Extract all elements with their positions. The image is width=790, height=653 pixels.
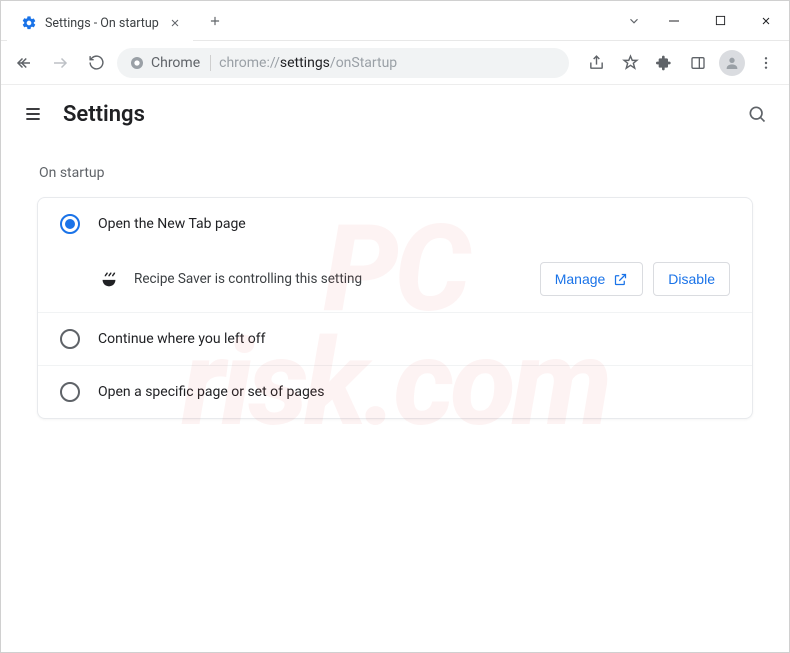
bookmark-icon[interactable] [615,48,645,78]
radio-selected[interactable] [60,214,80,234]
close-icon[interactable] [167,15,183,31]
manage-button-label: Manage [555,271,606,287]
disable-button-label: Disable [668,271,715,287]
extensions-icon[interactable] [649,48,679,78]
radio-unselected[interactable] [60,382,80,402]
site-chip: Chrome [129,55,211,71]
disable-button[interactable]: Disable [653,262,730,296]
profile-avatar[interactable] [717,48,747,78]
browser-tab[interactable]: Settings - On startup [7,5,193,41]
search-icon[interactable] [745,102,769,126]
chrome-icon [129,55,145,71]
extension-controlling-banner: Recipe Saver is controlling this setting… [38,250,752,312]
forward-button[interactable] [45,48,75,78]
side-panel-icon[interactable] [683,48,713,78]
content: On startup Open the New Tab page Recipe … [1,143,789,652]
close-window-button[interactable] [743,1,789,41]
maximize-button[interactable] [697,1,743,41]
avatar-icon [719,50,745,76]
extension-controlling-text: Recipe Saver is controlling this setting [134,271,526,287]
url-text: chrome://settings/onStartup [219,55,397,71]
minimize-button[interactable] [651,1,697,41]
back-button[interactable] [9,48,39,78]
manage-button[interactable]: Manage [540,262,644,296]
site-chip-label: Chrome [151,55,200,71]
on-startup-card: Open the New Tab page Recipe Saver is co… [37,197,753,419]
window-controls [651,1,789,40]
settings-header: Settings [1,85,789,143]
radio-unselected[interactable] [60,329,80,349]
section-heading: On startup [39,165,753,181]
address-bar[interactable]: Chrome chrome://settings/onStartup [117,48,569,78]
kebab-menu-icon[interactable] [751,48,781,78]
titlebar: Settings - On startup [1,1,789,41]
new-tab-button[interactable] [201,7,229,35]
option-specific-pages[interactable]: Open a specific page or set of pages [38,365,752,418]
chevron-down-icon[interactable] [617,1,651,41]
option-new-tab[interactable]: Open the New Tab page [38,198,752,250]
menu-icon[interactable] [21,102,45,126]
tab-title: Settings - On startup [45,16,159,31]
recipe-saver-icon [98,268,120,290]
gear-icon [21,15,37,31]
option-label: Open a specific page or set of pages [98,384,324,400]
option-label: Continue where you left off [98,331,266,347]
option-label: Open the New Tab page [98,216,246,232]
page-title: Settings [63,102,145,127]
share-icon[interactable] [581,48,611,78]
external-link-icon [613,272,628,287]
reload-button[interactable] [81,48,111,78]
toolbar: Chrome chrome://settings/onStartup [1,41,789,85]
option-continue[interactable]: Continue where you left off [38,312,752,365]
